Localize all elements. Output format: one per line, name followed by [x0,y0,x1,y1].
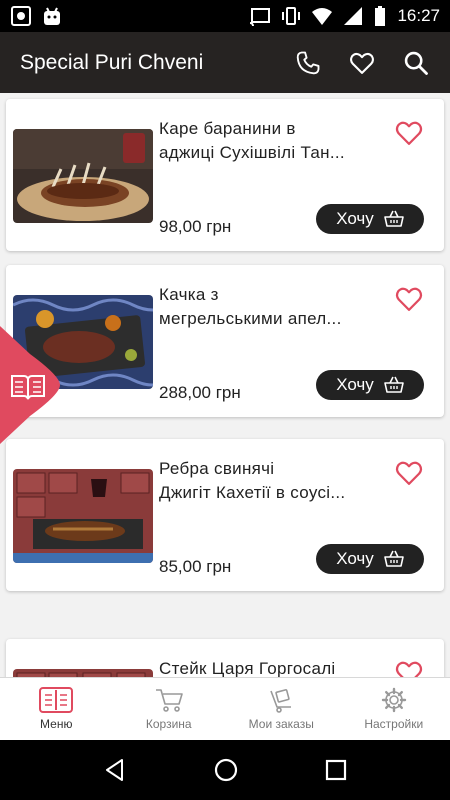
battery-icon [375,6,386,26]
product-card[interactable]: Качка з мегрельськими апел... 288,00 грн… [6,265,444,417]
status-time: 16:27 [397,6,440,25]
product-photo [13,469,153,563]
want-button-label: Хочу [336,549,374,568]
heart-icon[interactable] [348,49,376,77]
product-name-line2: мегрельськими апел... [159,309,342,328]
want-button[interactable]: Хочу [316,370,424,400]
product-name-line1: Стейк Царя Горгосалі [159,659,336,677]
product-photo [13,669,153,677]
gear-icon [381,687,406,713]
cart-icon [155,689,183,712]
want-button[interactable]: Хочу [316,544,424,574]
basket-icon [383,550,404,567]
back-icon[interactable] [103,758,127,782]
phone-icon[interactable] [294,49,322,77]
nav-label-menu: Меню [40,717,73,731]
nav-item-cart[interactable]: Корзина [113,678,226,740]
product-card[interactable]: Стейк Царя Горгосалі [6,639,444,677]
product-name: Ребра свинячі Джигіт Кахетії в соусі... [159,457,384,505]
menu-book-icon [39,687,74,713]
menu-drawer-tab[interactable] [0,326,60,444]
nav-label-settings: Настройки [364,717,424,731]
nav-item-orders[interactable]: Мои заказы [225,678,338,740]
system-navigation-bar [0,740,450,800]
product-name-line1: Каре баранини в [159,119,296,138]
nav-label-cart: Корзина [145,717,192,731]
product-card[interactable]: Каре баранини в аджиці Сухішвілі Тан... … [6,99,444,251]
app-bar: Special Puri Chveni [0,32,450,93]
favorite-heart-icon[interactable] [394,118,424,146]
product-name-line2: Джигіт Кахетії в соусі... [159,483,346,502]
bottom-navigation: Меню Корзина Мои заказы Настройки [0,677,450,740]
basket-icon [383,210,404,227]
product-name: Качка з мегрельськими апел... [159,283,384,331]
product-list[interactable]: Каре баранини в аджиці Сухішвілі Тан... … [0,93,450,677]
want-button-label: Хочу [336,209,374,228]
product-name: Стейк Царя Горгосалі [159,657,384,677]
product-price: 85,00 грн [159,557,232,576]
product-price: 98,00 грн [159,217,232,236]
status-bar: 16:27 [0,0,450,32]
orders-icon [270,689,292,713]
screenshot-icon [11,6,31,26]
recents-icon[interactable] [325,759,347,781]
nav-item-menu[interactable]: Меню [0,678,113,740]
search-icon[interactable] [402,49,430,77]
nav-label-orders: Мои заказы [248,717,314,731]
want-button[interactable]: Хочу [316,204,424,234]
signal-icon [344,7,363,25]
product-name-line1: Ребра свинячі [159,459,275,478]
want-button-label: Хочу [336,375,374,394]
favorite-heart-icon[interactable] [394,658,424,677]
product-card[interactable]: Ребра свинячі Джигіт Кахетії в соусі... … [6,439,444,591]
nav-item-settings[interactable]: Настройки [338,678,450,740]
vibrate-icon [282,7,301,25]
favorite-heart-icon[interactable] [394,284,424,312]
favorite-heart-icon[interactable] [394,458,424,486]
basket-icon [383,376,404,393]
cast-icon [250,8,271,26]
home-icon[interactable] [213,757,239,783]
android-icon [44,7,60,25]
product-name-line1: Качка з [159,285,219,304]
product-name: Каре баранини в аджиці Сухішвілі Тан... [159,117,384,165]
product-price: 288,00 грн [159,383,241,402]
app-title: Special Puri Chveni [20,50,204,74]
wifi-icon [312,8,333,25]
product-name-line2: аджиці Сухішвілі Тан... [159,143,345,162]
product-photo [13,129,153,223]
